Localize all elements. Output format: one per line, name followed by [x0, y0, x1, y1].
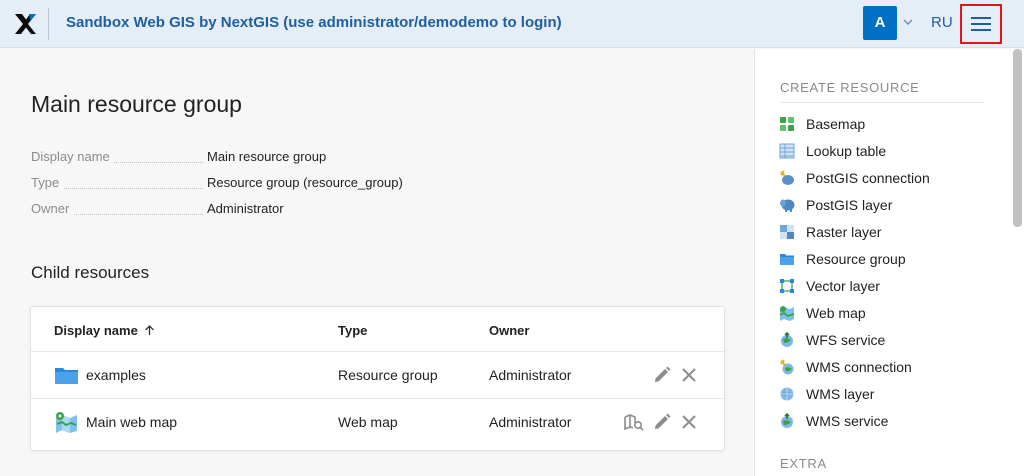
row-owner: Administrator — [489, 367, 572, 383]
web-map-icon — [56, 412, 77, 433]
child-resources-table: Display name Type Owner examples Resourc… — [30, 306, 725, 451]
sidebar-item-web-map[interactable]: Web map — [779, 303, 989, 325]
language-switch[interactable]: RU — [931, 14, 953, 31]
meta-owner: Owner Administrator — [31, 201, 731, 221]
column-header-type[interactable]: Type — [338, 323, 367, 338]
sidebar-item-wms-connection[interactable]: WMS connection — [779, 357, 989, 379]
postgis-layer-icon — [780, 199, 795, 212]
app-title[interactable]: Sandbox Web GIS by NextGIS (use administ… — [66, 14, 562, 31]
map-search-icon[interactable] — [624, 412, 644, 432]
delete-x-icon[interactable] — [679, 412, 699, 432]
delete-x-icon[interactable] — [679, 365, 699, 385]
meta-type: Type Resource group (resource_group) — [31, 175, 731, 195]
sidebar-divider — [780, 102, 984, 103]
sidebar-item-label: Lookup table — [806, 143, 887, 159]
meta-value: Resource group (resource_group) — [207, 175, 403, 190]
web-map-icon — [779, 306, 795, 321]
wms-connection-icon — [780, 359, 794, 375]
chevron-down-icon[interactable] — [902, 16, 914, 28]
sort-ascending-icon[interactable] — [144, 325, 155, 336]
row-name-link[interactable]: examples — [86, 367, 146, 383]
sidebar-item-label: Basemap — [806, 116, 866, 132]
main-content: Main resource group Display name Main re… — [0, 49, 754, 476]
edit-pencil-icon[interactable] — [652, 365, 672, 385]
sidebar-item-label: PostGIS layer — [806, 197, 893, 213]
sidebar-item-raster-layer[interactable]: Raster layer — [779, 222, 989, 244]
row-name-link[interactable]: Main web map — [86, 414, 177, 430]
main-menu-button[interactable] — [960, 4, 1002, 44]
user-avatar-button[interactable]: A — [863, 6, 897, 40]
sidebar-item-label: WMS layer — [806, 386, 875, 402]
sidebar-panel: CREATE RESOURCE Basemap Lookup table Pos… — [754, 49, 1024, 476]
sidebar-item-wfs-service[interactable]: WFS service — [779, 330, 989, 352]
row-type: Web map — [338, 414, 398, 430]
wms-service-icon — [781, 413, 793, 428]
meta-key: Type — [31, 175, 64, 190]
child-resources-title: Child resources — [31, 263, 150, 282]
column-header-display-name[interactable]: Display name — [54, 323, 155, 338]
folder-icon — [55, 368, 78, 384]
lookup-table-icon — [779, 143, 795, 159]
sidebar-item-label: Vector layer — [806, 278, 880, 294]
meta-display-name: Display name Main resource group — [31, 149, 731, 169]
row-type: Resource group — [338, 367, 438, 383]
sidebar-item-postgis-layer[interactable]: PostGIS layer — [779, 195, 989, 217]
sidebar-item-label: WMS connection — [806, 359, 912, 375]
header-divider — [48, 8, 49, 40]
sidebar-item-wms-layer[interactable]: WMS layer — [779, 384, 989, 406]
table-row[interactable]: Main web map Web map Administrator — [31, 398, 724, 445]
raster-layer-icon — [780, 225, 794, 239]
top-header: Sandbox Web GIS by NextGIS (use administ… — [0, 0, 1024, 48]
hamburger-menu-icon — [971, 17, 991, 31]
sidebar-scrollbar[interactable] — [1013, 49, 1022, 227]
sidebar-item-resource-group[interactable]: Resource group — [779, 249, 989, 271]
basemap-icon — [780, 117, 794, 131]
sidebar-item-label: Raster layer — [806, 224, 882, 240]
sidebar-item-label: WFS service — [806, 332, 886, 348]
sidebar-item-lookup-table[interactable]: Lookup table — [779, 141, 989, 163]
wfs-service-icon — [781, 332, 793, 347]
column-header-owner[interactable]: Owner — [489, 323, 529, 338]
meta-key: Display name — [31, 149, 114, 164]
edit-pencil-icon[interactable] — [652, 412, 672, 432]
nextgis-logo-icon[interactable] — [12, 11, 38, 37]
table-row[interactable]: examples Resource group Administrator — [31, 351, 724, 398]
sidebar-item-vector-layer[interactable]: Vector layer — [779, 276, 989, 298]
sidebar-item-label: Web map — [806, 305, 866, 321]
meta-key: Owner — [31, 201, 74, 216]
wms-layer-icon — [780, 387, 794, 401]
sidebar-item-basemap[interactable]: Basemap — [779, 114, 989, 136]
vector-layer-icon — [780, 279, 794, 293]
postgis-connection-icon — [780, 170, 794, 185]
sidebar-item-label: WMS service — [806, 413, 889, 429]
sidebar-item-wms-service[interactable]: WMS service — [779, 411, 989, 433]
meta-value: Main resource group — [207, 149, 327, 164]
meta-value: Administrator — [207, 201, 284, 216]
sidebar-item-postgis-connection[interactable]: PostGIS connection — [779, 168, 989, 190]
column-header-label: Display name — [54, 323, 138, 338]
create-resource-heading: CREATE RESOURCE — [780, 80, 920, 95]
extra-heading: EXTRA — [780, 456, 827, 471]
page-title: Main resource group — [31, 91, 242, 117]
folder-icon — [780, 254, 794, 265]
row-owner: Administrator — [489, 414, 572, 430]
sidebar-item-label: PostGIS connection — [806, 170, 930, 186]
sidebar-item-label: Resource group — [806, 251, 906, 267]
